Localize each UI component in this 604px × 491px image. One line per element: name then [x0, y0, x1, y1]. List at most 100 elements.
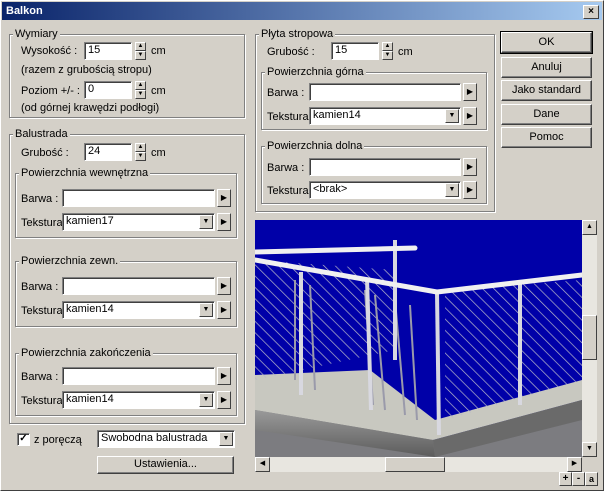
zewn-barwa-arrow-icon[interactable]: ▶ — [217, 277, 231, 295]
spin-down-icon[interactable]: ▼ — [135, 51, 146, 60]
zewn-tekstura-select[interactable]: kamien14 ▼ — [62, 301, 215, 319]
zoom-out-button[interactable]: - — [572, 472, 585, 486]
window-title: Balkon — [6, 5, 43, 17]
gorna-tekstura-value: kamien14 — [313, 109, 361, 121]
scroll-left-icon[interactable]: ◀ — [255, 457, 270, 472]
spin-down-icon[interactable]: ▼ — [135, 90, 146, 99]
zakon-barwa-label: Barwa : — [21, 371, 59, 383]
zakon-barwa-input[interactable] — [62, 367, 215, 385]
wewn-tekstura-select[interactable]: kamien17 ▼ — [62, 213, 215, 231]
zakon-tekstura-arrow-icon[interactable]: ▶ — [217, 391, 231, 409]
preview-vertical-scrollbar[interactable]: ▲ ▼ — [582, 220, 597, 457]
close-button[interactable]: × — [583, 5, 599, 19]
scroll-down-icon[interactable]: ▼ — [582, 442, 597, 457]
spin-down-icon[interactable]: ▼ — [135, 152, 146, 161]
dolna-tekstura-value: <brak> — [313, 183, 348, 195]
wewn-tekstura-label: Tekstura: — [21, 217, 66, 229]
poziom-input[interactable]: 0 — [84, 81, 132, 99]
balustrada-grubosc-spinner[interactable]: ▲ ▼ — [135, 143, 146, 161]
chevron-down-icon[interactable]: ▼ — [199, 215, 213, 229]
gorna-tekstura-select[interactable]: kamien14 ▼ — [309, 107, 461, 125]
chevron-down-icon[interactable]: ▼ — [199, 303, 213, 317]
spin-up-icon[interactable]: ▲ — [135, 81, 146, 90]
balcony-render-icon — [255, 240, 582, 457]
wewn-barwa-arrow-icon[interactable]: ▶ — [217, 189, 231, 207]
poziom-label: Poziom +/- : — [21, 85, 80, 97]
zewn-barwa-label: Barwa : — [21, 281, 59, 293]
chevron-down-icon[interactable]: ▼ — [445, 183, 459, 197]
chevron-down-icon[interactable]: ▼ — [445, 109, 459, 123]
poziom-spinner[interactable]: ▲ ▼ — [135, 81, 146, 99]
spin-up-icon[interactable]: ▲ — [135, 143, 146, 152]
plyta-grubosc-label: Grubość : — [267, 46, 315, 58]
plyta-legend: Płyta stropowa — [259, 28, 336, 40]
balkon-dialog: Balkon × Wymiary Wysokość : 15 ▲ ▼ cm (ra… — [0, 0, 604, 491]
dane-pomieszczen-button[interactable]: Dane pomieszczeń — [501, 104, 592, 139]
zakon-tekstura-select[interactable]: kamien14 ▼ — [62, 391, 215, 409]
poreczy-checkbox[interactable]: ✓ — [17, 433, 30, 446]
anuluj-button[interactable]: Anuluj — [501, 57, 592, 78]
dolna-tekstura-select[interactable]: <brak> ▼ — [309, 181, 461, 199]
zakon-tekstura-label: Tekstura: — [21, 395, 66, 407]
scroll-up-icon[interactable]: ▲ — [582, 220, 597, 235]
wysokosc-unit: cm — [151, 45, 166, 57]
ok-button[interactable]: OK — [500, 31, 593, 54]
balustrada-grubosc-input[interactable]: 24 — [84, 143, 132, 161]
dolna-tekstura-arrow-icon[interactable]: ▶ — [463, 181, 477, 199]
zakon-barwa-arrow-icon[interactable]: ▶ — [217, 367, 231, 385]
wewn-legend: Powierzchnia wewnętrzna — [19, 167, 151, 179]
zewn-barwa-input[interactable] — [62, 277, 215, 295]
zewn-legend: Powierzchnia zewn. — [19, 255, 121, 267]
spin-up-icon[interactable]: ▲ — [135, 42, 146, 51]
balustrada-legend: Balustrada — [13, 128, 70, 140]
wewn-tekstura-value: kamien17 — [66, 215, 114, 227]
gorna-legend: Powierzchnia górna — [265, 66, 366, 78]
balustrada-grubosc-unit: cm — [151, 147, 166, 159]
plyta-grubosc-input[interactable]: 15 — [331, 42, 379, 60]
title-bar: Balkon × — [2, 2, 602, 20]
gorna-tekstura-arrow-icon[interactable]: ▶ — [463, 107, 477, 125]
wewn-tekstura-arrow-icon[interactable]: ▶ — [217, 213, 231, 231]
chevron-down-icon[interactable]: ▼ — [219, 432, 233, 446]
dolna-barwa-label: Barwa : — [267, 162, 305, 174]
ustawienia-button[interactable]: Ustawienia... — [97, 456, 234, 474]
wysokosc-input[interactable]: 15 — [84, 42, 132, 60]
wewn-barwa-label: Barwa : — [21, 193, 59, 205]
dolna-barwa-arrow-icon[interactable]: ▶ — [463, 158, 477, 176]
gorna-barwa-arrow-icon[interactable]: ▶ — [463, 83, 477, 101]
wysokosc-spinner[interactable]: ▲ ▼ — [135, 42, 146, 60]
scroll-right-icon[interactable]: ▶ — [567, 457, 582, 472]
plyta-grubosc-unit: cm — [398, 46, 413, 58]
spin-down-icon[interactable]: ▼ — [382, 51, 393, 60]
balustrada-grubosc-label: Grubość : — [21, 147, 69, 159]
gorna-barwa-label: Barwa : — [267, 87, 305, 99]
wysokosc-label: Wysokość : — [21, 45, 78, 57]
dolna-barwa-input[interactable] — [309, 158, 461, 176]
zoom-in-button[interactable]: + — [559, 472, 572, 486]
dolna-tekstura-label: Tekstura: — [267, 185, 312, 197]
balcony-3d-preview[interactable] — [255, 220, 582, 457]
jako-standard-button[interactable]: Jako standard — [501, 80, 592, 101]
balustrada-type-value: Swobodna balustrada — [101, 432, 208, 444]
fit-view-button[interactable]: a — [585, 472, 598, 486]
zakon-tekstura-value: kamien14 — [66, 393, 114, 405]
pomoc-button[interactable]: Pomoc — [501, 127, 592, 148]
spin-up-icon[interactable]: ▲ — [382, 42, 393, 51]
gorna-tekstura-label: Tekstura: — [267, 111, 312, 123]
zewn-tekstura-label: Tekstura: — [21, 305, 66, 317]
wewn-barwa-input[interactable] — [62, 189, 215, 207]
poziom-note: (od górnej krawędzi podłogi) — [21, 102, 160, 114]
poziom-unit: cm — [151, 85, 166, 97]
zakon-legend: Powierzchnia zakończenia — [19, 347, 153, 359]
poreczy-label: z poręczą — [34, 434, 82, 446]
horizontal-scroll-thumb[interactable] — [385, 457, 445, 472]
zewn-tekstura-arrow-icon[interactable]: ▶ — [217, 301, 231, 319]
zewn-tekstura-value: kamien14 — [66, 303, 114, 315]
gorna-barwa-input[interactable] — [309, 83, 461, 101]
balustrada-type-select[interactable]: Swobodna balustrada ▼ — [97, 430, 235, 448]
chevron-down-icon[interactable]: ▼ — [199, 393, 213, 407]
preview-horizontal-scrollbar[interactable]: ◀ ▶ — [255, 457, 582, 472]
wymiary-legend: Wymiary — [13, 28, 60, 40]
plyta-grubosc-spinner[interactable]: ▲ ▼ — [382, 42, 393, 60]
vertical-scroll-thumb[interactable] — [582, 315, 597, 360]
